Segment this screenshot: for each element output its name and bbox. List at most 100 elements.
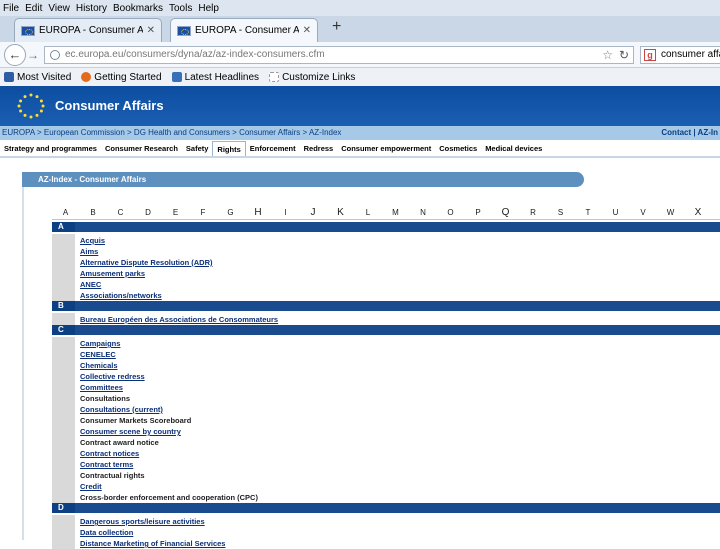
letter-link-q[interactable]: Q — [492, 207, 519, 218]
tab-bar: EUROPA - Consumer Affairs ✕ EUROPA - Con… — [0, 16, 720, 42]
new-tab-icon[interactable]: + — [332, 18, 341, 36]
menu-tools[interactable]: Tools — [166, 3, 195, 14]
az-entry-link[interactable]: Associations/networks — [80, 291, 162, 301]
letter-link-j[interactable]: J — [300, 207, 327, 218]
search-input[interactable]: g consumer affa — [640, 46, 720, 64]
section-header-c: C — [52, 325, 75, 335]
nav-item-strategy-and-programmes[interactable]: Strategy and programmes — [0, 141, 101, 156]
letter-link-f[interactable]: F — [190, 208, 217, 217]
az-entry-link[interactable]: Alternative Dispute Resolution (ADR) — [80, 258, 213, 268]
az-entry-link[interactable]: Contract terms — [80, 460, 133, 470]
letter-link-x[interactable]: X — [685, 207, 712, 218]
letter-link-o[interactable]: O — [437, 208, 464, 217]
letter-link-u[interactable]: U — [602, 208, 629, 217]
az-entry-link[interactable]: Campaigns — [80, 339, 120, 349]
tab-title: EUROPA - Consumer Affair... — [195, 25, 299, 36]
bookmark-latest-headlines[interactable]: Latest Headlines — [171, 72, 259, 83]
address-bar[interactable]: ec.europa.eu/consumers/dyna/az/az-index-… — [44, 46, 634, 64]
nav-item-enforcement[interactable]: Enforcement — [246, 141, 300, 156]
nav-item-cosmetics[interactable]: Cosmetics — [435, 141, 481, 156]
menu-history[interactable]: History — [73, 3, 110, 14]
az-entry-link[interactable]: Amusement parks — [80, 269, 145, 279]
tab-title: EUROPA - Consumer Affairs — [39, 25, 143, 36]
az-entry-link[interactable]: CENELEC — [80, 350, 116, 360]
az-entry-link[interactable]: ANEC — [80, 280, 101, 290]
eu-flag-icon — [177, 25, 191, 36]
az-entry-link[interactable]: Contractual rights — [80, 471, 145, 481]
eu-stars-logo[interactable] — [16, 92, 46, 120]
menu-file[interactable]: File — [0, 3, 22, 14]
letter-link-i[interactable]: I — [272, 208, 299, 217]
contact-link[interactable]: Contact | AZ-In — [661, 126, 718, 140]
letter-link-k[interactable]: K — [327, 207, 354, 218]
site-title: Consumer Affairs — [55, 98, 164, 113]
nav-item-consumer-research[interactable]: Consumer Research — [101, 141, 182, 156]
az-entry-link[interactable]: Consultations (current) — [80, 405, 163, 415]
az-entry-link[interactable]: Acquis — [80, 236, 105, 246]
breadcrumb: EUROPA > European Commission > DG Health… — [0, 126, 720, 140]
nav-item-redress[interactable]: Redress — [300, 141, 338, 156]
forward-button[interactable]: → — [27, 48, 39, 62]
close-tab-icon[interactable]: ✕ — [147, 25, 155, 36]
letter-link-d[interactable]: D — [135, 208, 162, 217]
letter-link-r[interactable]: R — [520, 208, 547, 217]
nav-item-consumer-empowerment[interactable]: Consumer empowerment — [337, 141, 435, 156]
az-entry-link[interactable]: Bureau Européen des Associations de Cons… — [80, 315, 278, 325]
menu-bookmarks[interactable]: Bookmarks — [110, 3, 166, 14]
az-entry-link[interactable]: Collective redress — [80, 372, 145, 382]
az-entry-link[interactable]: Chemicals — [80, 361, 118, 371]
section-gutter — [52, 313, 75, 325]
tab-2[interactable]: EUROPA - Consumer Affair... ✕ — [170, 18, 318, 42]
section-header-a: A — [52, 222, 75, 232]
az-entry-link[interactable]: Data collection — [80, 528, 133, 538]
bookmark-getting-started[interactable]: Getting Started — [81, 72, 162, 83]
az-entry-link[interactable]: Distance Marketing of Financial Services — [80, 539, 225, 549]
tab-1[interactable]: EUROPA - Consumer Affairs ✕ — [14, 18, 162, 42]
az-entry-link[interactable]: Aims — [80, 247, 98, 257]
letter-link-t[interactable]: T — [575, 208, 602, 217]
az-entry-link[interactable]: Consultations — [80, 394, 130, 404]
letter-link-v[interactable]: V — [630, 208, 657, 217]
az-entry-link[interactable]: Credit — [80, 482, 102, 492]
letter-link-w[interactable]: W — [657, 208, 684, 217]
rss-icon — [171, 72, 182, 82]
bookmark-most-visited[interactable]: Most Visited — [4, 72, 71, 83]
letter-link-n[interactable]: N — [410, 208, 437, 217]
az-entry-link[interactable]: Contract award notice — [80, 438, 159, 448]
letter-link-s[interactable]: S — [547, 208, 574, 217]
google-icon[interactable]: g — [644, 49, 656, 61]
az-entry-link[interactable]: Contract notices — [80, 449, 139, 459]
letter-link-p[interactable]: P — [465, 208, 492, 217]
az-entry-link[interactable]: Cross-border enforcement and cooperation… — [80, 493, 258, 503]
letter-link-a[interactable]: A — [52, 208, 79, 217]
reload-icon[interactable]: ↻ — [619, 47, 629, 63]
nav-item-safety[interactable]: Safety — [182, 141, 213, 156]
menu-edit[interactable]: Edit — [22, 3, 45, 14]
az-entry-link[interactable]: Consumer scene by country — [80, 427, 181, 437]
back-button[interactable]: ← — [4, 44, 26, 66]
letter-link-l[interactable]: L — [355, 208, 382, 217]
az-entry-link[interactable]: Dangerous sports/leisure activities — [80, 517, 205, 527]
main-nav: Strategy and programmes Consumer Research… — [0, 141, 720, 158]
section-header-d: D — [52, 503, 75, 513]
letter-link-e[interactable]: E — [162, 208, 189, 217]
close-tab-icon[interactable]: ✕ — [303, 25, 311, 36]
az-entry-link[interactable]: Committees — [80, 383, 123, 393]
bookmark-star-icon[interactable]: ☆ — [602, 47, 613, 63]
content-left-border — [22, 187, 24, 540]
letter-link-c[interactable]: C — [107, 208, 134, 217]
breadcrumb-text[interactable]: EUROPA > European Commission > DG Health… — [2, 128, 341, 137]
menu-view[interactable]: View — [45, 3, 73, 14]
letter-link-b[interactable]: B — [80, 208, 107, 217]
bookmark-customize-links[interactable]: Customize Links — [269, 72, 355, 83]
letter-link-g[interactable]: G — [217, 208, 244, 217]
site-header: Consumer Affairs — [0, 86, 720, 126]
nav-item-rights[interactable]: Rights — [212, 141, 246, 156]
section-bar — [75, 222, 720, 232]
menu-help[interactable]: Help — [195, 3, 222, 14]
globe-icon — [50, 50, 60, 60]
letter-link-h[interactable]: H — [245, 207, 272, 218]
nav-item-medical-devices[interactable]: Medical devices — [481, 141, 546, 156]
az-entry-link[interactable]: Consumer Markets Scoreboard — [80, 416, 191, 426]
letter-link-m[interactable]: M — [382, 208, 409, 217]
